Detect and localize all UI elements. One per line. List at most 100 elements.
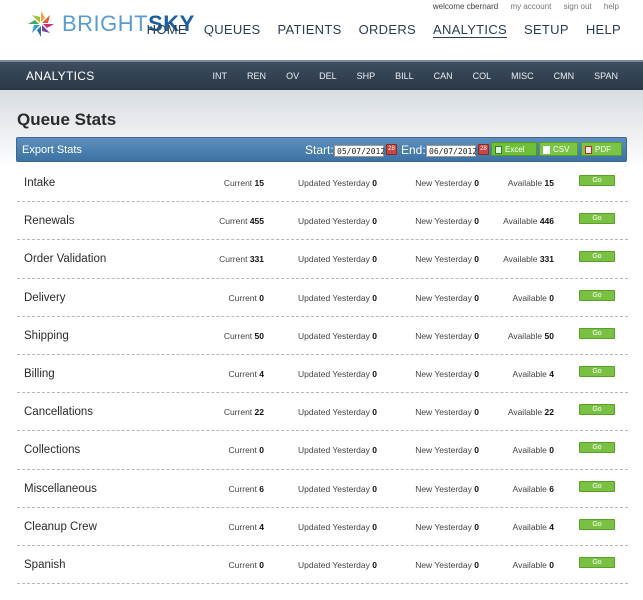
tab-del[interactable]: DEL — [299, 71, 337, 81]
my-account-link[interactable]: my account — [510, 2, 551, 11]
go-button[interactable]: Go — [579, 365, 615, 377]
queue-name: Spanish — [24, 558, 66, 571]
queue-name: Renewals — [24, 215, 75, 228]
export-excel-button[interactable]: Excel — [491, 142, 537, 156]
go-button[interactable]: Go — [579, 251, 615, 263]
queue-row: Collections Current 0 Updated Yesterday 0 N… — [17, 431, 628, 470]
current-stat: Current 6 — [228, 483, 264, 494]
available-stat: Available 4 — [512, 521, 554, 532]
current-stat: Current 0 — [228, 445, 264, 456]
updated-yesterday-stat: Updated Yesterday 0 — [298, 483, 377, 494]
section-tabs: INT REN OV DEL SHP BILL CAN COL MISC CMN… — [193, 71, 618, 81]
brightsky-logo-icon — [28, 11, 54, 37]
available-stat: Available 0 — [512, 445, 554, 456]
start-label: Start: — [305, 143, 334, 157]
queue-row: Billing Current 4 Updated Yesterday 0 New Y… — [17, 355, 628, 394]
available-stat: Available 6 — [512, 483, 554, 494]
welcome-text: welcome cbernard — [432, 2, 499, 11]
tab-col[interactable]: COL — [453, 71, 492, 81]
nav-home[interactable]: HOME — [147, 22, 187, 38]
nav-orders[interactable]: ORDERS — [359, 22, 416, 38]
queue-name: Billing — [24, 367, 55, 380]
tab-bill[interactable]: BILL — [375, 71, 414, 81]
pdf-file-icon — [585, 146, 592, 154]
new-yesterday-stat: New Yesterday 0 — [415, 178, 479, 188]
available-stat: Available 4 — [512, 368, 554, 379]
main-nav: HOME QUEUES PATIENTS ORDERS ANALYTICS SE… — [147, 22, 621, 38]
nav-queues[interactable]: QUEUES — [204, 22, 261, 38]
page-title: Queue Stats — [17, 110, 117, 129]
queue-row: Spanish Current 0 Updated Yesterday 0 New Y… — [17, 546, 628, 585]
queue-row: Intake Current 15 Updated Yesterday 0 New Y… — [17, 164, 628, 203]
updated-yesterday-stat: Updated Yesterday 0 — [298, 445, 377, 456]
updated-yesterday-stat: Updated Yesterday 0 — [298, 216, 377, 227]
go-button[interactable]: Go — [579, 327, 615, 339]
export-pdf-button[interactable]: PDF — [581, 142, 622, 156]
queue-row: Cancellations Current 22 Updated Yesterday… — [17, 393, 628, 432]
go-button[interactable]: Go — [579, 175, 615, 186]
updated-yesterday-stat: Updated Yesterday 0 — [298, 330, 377, 341]
current-stat: Current 4 — [228, 521, 264, 532]
new-yesterday-stat: New Yesterday 0 — [415, 292, 479, 303]
end-date-input[interactable]: 06/07/2012 — [426, 145, 477, 157]
go-button[interactable]: Go — [579, 480, 615, 492]
start-date-input[interactable]: 05/07/2012 — [334, 145, 385, 157]
tab-can[interactable]: CAN — [414, 71, 453, 81]
current-stat: Current 15 — [223, 178, 264, 188]
new-yesterday-stat: New Yesterday 0 — [415, 559, 479, 570]
go-button[interactable]: Go — [579, 404, 615, 416]
tab-misc[interactable]: MISC — [491, 71, 534, 81]
available-stat: Available 0 — [512, 292, 554, 303]
new-yesterday-stat: New Yesterday 0 — [415, 407, 479, 418]
new-yesterday-stat: New Yesterday 0 — [415, 330, 479, 341]
go-button[interactable]: Go — [579, 213, 615, 225]
new-yesterday-stat: New Yesterday 0 — [415, 368, 479, 379]
queue-name: Cleanup Crew — [24, 520, 97, 533]
queue-row: Cleanup Crew Current 4 Updated Yesterday 0… — [17, 508, 628, 546]
nav-setup[interactable]: SETUP — [524, 22, 569, 38]
queue-name: Shipping — [24, 329, 69, 342]
available-stat: Available 15 — [507, 178, 554, 188]
queue-row: Shipping Current 50 Updated Yesterday 0 New… — [17, 317, 628, 355]
new-yesterday-stat: New Yesterday 0 — [415, 521, 479, 532]
new-yesterday-stat: New Yesterday 0 — [415, 216, 479, 227]
updated-yesterday-stat: Updated Yesterday 0 — [298, 292, 377, 303]
queue-row: Delivery Current 0 Updated Yesterday 0 New … — [17, 279, 628, 317]
new-yesterday-stat: New Yesterday 0 — [415, 445, 479, 456]
available-stat: Available 22 — [507, 407, 554, 418]
queue-name: Order Validation — [24, 253, 107, 266]
go-button[interactable]: Go — [579, 289, 615, 301]
csv-file-icon — [543, 146, 550, 154]
queue-name: Intake — [24, 177, 56, 189]
tab-cmn[interactable]: CMN — [534, 71, 575, 81]
tab-shp[interactable]: SHP — [337, 71, 376, 81]
updated-yesterday-stat: Updated Yesterday 0 — [298, 254, 377, 265]
go-button[interactable]: Go — [579, 556, 615, 568]
section-title: ANALYTICS — [26, 69, 95, 83]
nav-patients[interactable]: PATIENTS — [278, 22, 342, 38]
updated-yesterday-stat: Updated Yesterday 0 — [298, 559, 377, 570]
export-label: Export Stats — [22, 144, 82, 156]
tab-ren[interactable]: REN — [227, 71, 266, 81]
current-stat: Current 331 — [219, 254, 264, 265]
nav-analytics[interactable]: ANALYTICS — [433, 22, 507, 38]
queue-name: Cancellations — [24, 406, 94, 419]
tab-span[interactable]: SPAN — [574, 71, 618, 81]
go-button[interactable]: Go — [579, 442, 615, 454]
nav-help[interactable]: HELP — [586, 22, 621, 38]
help-link[interactable]: help — [604, 2, 619, 11]
current-stat: Current 22 — [223, 407, 264, 418]
start-calendar-icon[interactable]: 28 — [386, 144, 397, 155]
tab-int[interactable]: INT — [193, 71, 228, 81]
current-stat: Current 0 — [228, 559, 264, 570]
updated-yesterday-stat: Updated Yesterday 0 — [298, 407, 377, 418]
export-csv-button[interactable]: CSV — [539, 142, 578, 156]
sign-out-link[interactable]: sign out — [564, 2, 592, 11]
tab-ov[interactable]: OV — [266, 71, 299, 81]
go-button[interactable]: Go — [579, 518, 615, 530]
export-bar: Export Stats Start: 05/07/2012 28 End: 0… — [16, 137, 627, 162]
section-bar: ANALYTICS INT REN OV DEL SHP BILL CAN CO… — [0, 60, 643, 90]
queue-name: Delivery — [24, 291, 66, 304]
end-calendar-icon[interactable]: 28 — [478, 144, 489, 155]
end-label: End: — [401, 143, 426, 157]
